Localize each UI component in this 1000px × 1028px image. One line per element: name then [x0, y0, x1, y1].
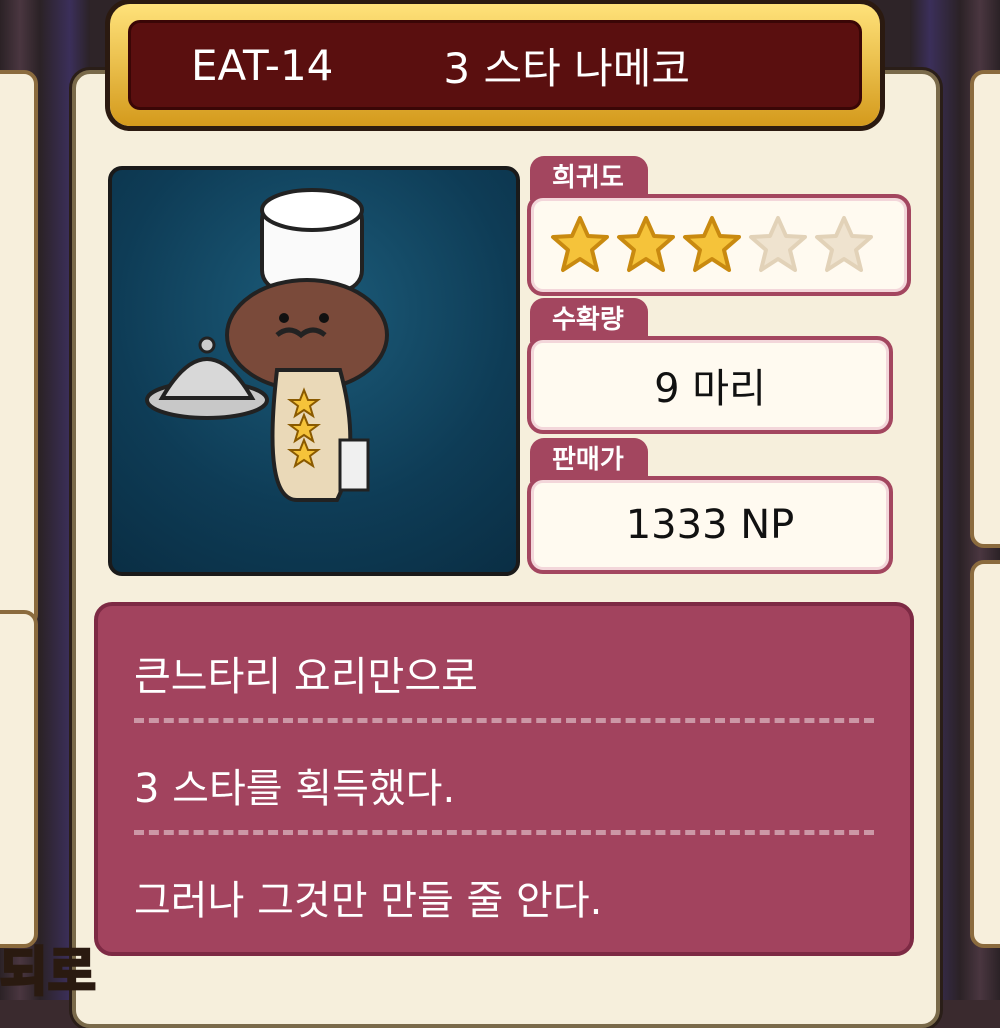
star-filled-icon — [683, 216, 741, 272]
item-name: 3 스타 나메코 — [443, 43, 691, 93]
divider — [134, 830, 874, 835]
mushroom-portrait — [108, 166, 520, 576]
star-filled-icon — [551, 216, 609, 272]
corner-button-label[interactable]: 되로 — [0, 930, 97, 1005]
chef-mushroom-icon — [145, 188, 389, 502]
description-line-2: 3 스타를 획득했다. — [134, 766, 456, 812]
right-side-card — [970, 70, 1000, 548]
harvest-value: 9 마리 — [527, 336, 893, 434]
star-empty-icon — [749, 216, 807, 272]
item-code: EAT-14 — [191, 40, 334, 90]
title-banner: EAT-14 3 스타 나메코 — [110, 4, 880, 126]
left-side-card-lower — [0, 610, 38, 948]
right-side-card-lower — [970, 560, 1000, 948]
divider — [134, 718, 874, 723]
description-line-3: 그러나 그것만 만들 줄 안다. — [134, 878, 603, 924]
title-bar: EAT-14 3 스타 나메코 — [128, 20, 862, 110]
star-filled-icon — [617, 216, 675, 272]
description-box: 큰느타리 요리만으로 3 스타를 획득했다. 그러나 그것만 만들 줄 안다. — [94, 602, 914, 956]
star-empty-icon — [815, 216, 873, 272]
description-line-1: 큰느타리 요리만으로 — [134, 654, 478, 700]
left-side-card — [0, 70, 38, 628]
price-value: 1333 NP — [527, 476, 893, 574]
rarity-stars — [527, 194, 911, 296]
